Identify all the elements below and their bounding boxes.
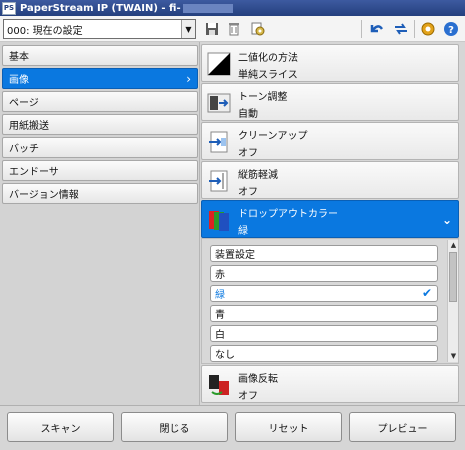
- tone-setting[interactable]: トーン調整 自動: [201, 83, 459, 121]
- category-panel: 基本 画像 › ページ 用紙搬送 バッチ エンドーサ バージョン情報: [0, 42, 200, 405]
- binarize-setting[interactable]: 二値化の方法 単純スライス: [201, 44, 459, 82]
- settings-gear-icon[interactable]: [419, 20, 437, 38]
- undo-icon[interactable]: [367, 20, 385, 38]
- window-title: PaperStream IP (TWAIN) - fi-: [20, 2, 181, 14]
- binarize-icon: [207, 52, 231, 76]
- footer-bar: スキャン 閉じる リセット プレビュー: [0, 405, 465, 450]
- setting-title: 画像反転: [238, 374, 278, 385]
- nav-item-label: 用紙搬送: [9, 121, 49, 132]
- cleanup-icon: [209, 131, 228, 153]
- nav-item-label: バッチ: [9, 144, 39, 155]
- chevron-down-icon: ⌄: [441, 213, 452, 227]
- scan-button[interactable]: スキャン: [7, 412, 114, 442]
- option-label: 装置設定: [215, 250, 255, 261]
- profile-select-value: 000: 現在の設定: [7, 25, 83, 37]
- option-label: 赤: [215, 270, 225, 281]
- dropout-color-icon: [209, 211, 229, 231]
- toolbar-separator: [361, 20, 362, 38]
- dropout-color-setting[interactable]: ドロップアウトカラー 緑 ⌄: [201, 200, 459, 238]
- dropout-option[interactable]: 赤: [210, 265, 438, 282]
- nav-item-label: 基本: [9, 52, 29, 63]
- title-bar: PS PaperStream IP (TWAIN) - fi-: [0, 0, 465, 16]
- option-label: 青: [215, 310, 225, 321]
- setting-value: オフ: [238, 148, 258, 159]
- scroll-down-icon[interactable]: ▼: [448, 351, 459, 362]
- tone-adjust-icon: [207, 93, 231, 113]
- preview-button[interactable]: プレビュー: [349, 412, 456, 442]
- option-label: なし: [215, 350, 235, 361]
- image-invert-icon: [209, 375, 229, 395]
- nav-item-basic[interactable]: 基本: [2, 45, 198, 66]
- setting-title: クリーンアップ: [238, 131, 308, 142]
- dropout-options-list: 装置設定 赤 緑 ✔ 青 白 なし ▲ ▼: [201, 238, 459, 364]
- stripe-reduction-icon: [209, 170, 228, 192]
- option-label: 白: [215, 330, 225, 341]
- toolbar-separator: [414, 20, 415, 38]
- dropout-option[interactable]: 青: [210, 305, 438, 322]
- setting-title: トーン調整: [238, 92, 288, 103]
- cleanup-setting[interactable]: クリーンアップ オフ: [201, 122, 459, 160]
- swap-icon[interactable]: [392, 20, 410, 38]
- chevron-right-icon: ›: [186, 72, 191, 86]
- setting-value: 単純スライス: [238, 70, 298, 81]
- dropout-option-selected[interactable]: 緑 ✔: [210, 285, 438, 302]
- title-redaction: [182, 3, 233, 13]
- profile-select[interactable]: 000: 現在の設定 ▼: [3, 19, 196, 39]
- option-label: 緑: [215, 290, 225, 301]
- chevron-down-icon[interactable]: ▼: [181, 20, 195, 38]
- setting-value: 緑: [238, 226, 248, 237]
- dropout-option[interactable]: 白: [210, 325, 438, 342]
- setting-title: ドロップアウトカラー: [238, 209, 338, 220]
- setting-title: 二値化の方法: [238, 53, 298, 64]
- close-button[interactable]: 閉じる: [121, 412, 228, 442]
- invert-setting[interactable]: 画像反転 オフ: [201, 365, 459, 403]
- nav-item-version[interactable]: バージョン情報: [2, 183, 198, 204]
- app-logo-icon: PS: [2, 1, 16, 15]
- delete-icon[interactable]: [225, 20, 243, 38]
- toolbar: 000: 現在の設定 ▼ ?: [0, 16, 465, 42]
- profile-manage-icon[interactable]: [249, 20, 267, 38]
- nav-item-image[interactable]: 画像 ›: [2, 68, 198, 89]
- checkmark-icon: ✔: [421, 286, 432, 300]
- scroll-thumb[interactable]: [449, 252, 457, 302]
- nav-item-label: エンドーサ: [9, 167, 59, 178]
- setting-value: 自動: [238, 109, 258, 120]
- nav-item-batch[interactable]: バッチ: [2, 137, 198, 158]
- nav-item-label: ページ: [9, 98, 39, 109]
- reset-button[interactable]: リセット: [235, 412, 342, 442]
- scroll-up-icon[interactable]: ▲: [448, 240, 459, 251]
- stripe-reduction-setting[interactable]: 縦筋軽減 オフ: [201, 161, 459, 199]
- nav-item-label: 画像: [9, 75, 29, 86]
- svg-text:?: ?: [448, 25, 454, 36]
- nav-item-page[interactable]: ページ: [2, 91, 198, 112]
- setting-value: オフ: [238, 391, 258, 402]
- dropout-option[interactable]: 装置設定: [210, 245, 438, 262]
- options-scrollbar[interactable]: ▲ ▼: [447, 240, 458, 362]
- settings-panel: 二値化の方法 単純スライス トーン調整 自動 クリーンアップ オフ 縦筋軽減 オ…: [200, 42, 465, 405]
- save-icon[interactable]: [203, 20, 221, 38]
- nav-item-paper-feed[interactable]: 用紙搬送: [2, 114, 198, 135]
- setting-title: 縦筋軽減: [238, 170, 278, 181]
- help-icon[interactable]: ?: [442, 20, 460, 38]
- nav-item-endorser[interactable]: エンドーサ: [2, 160, 198, 181]
- nav-item-label: バージョン情報: [9, 190, 79, 201]
- setting-value: オフ: [238, 187, 258, 198]
- dropout-option[interactable]: なし: [210, 345, 438, 362]
